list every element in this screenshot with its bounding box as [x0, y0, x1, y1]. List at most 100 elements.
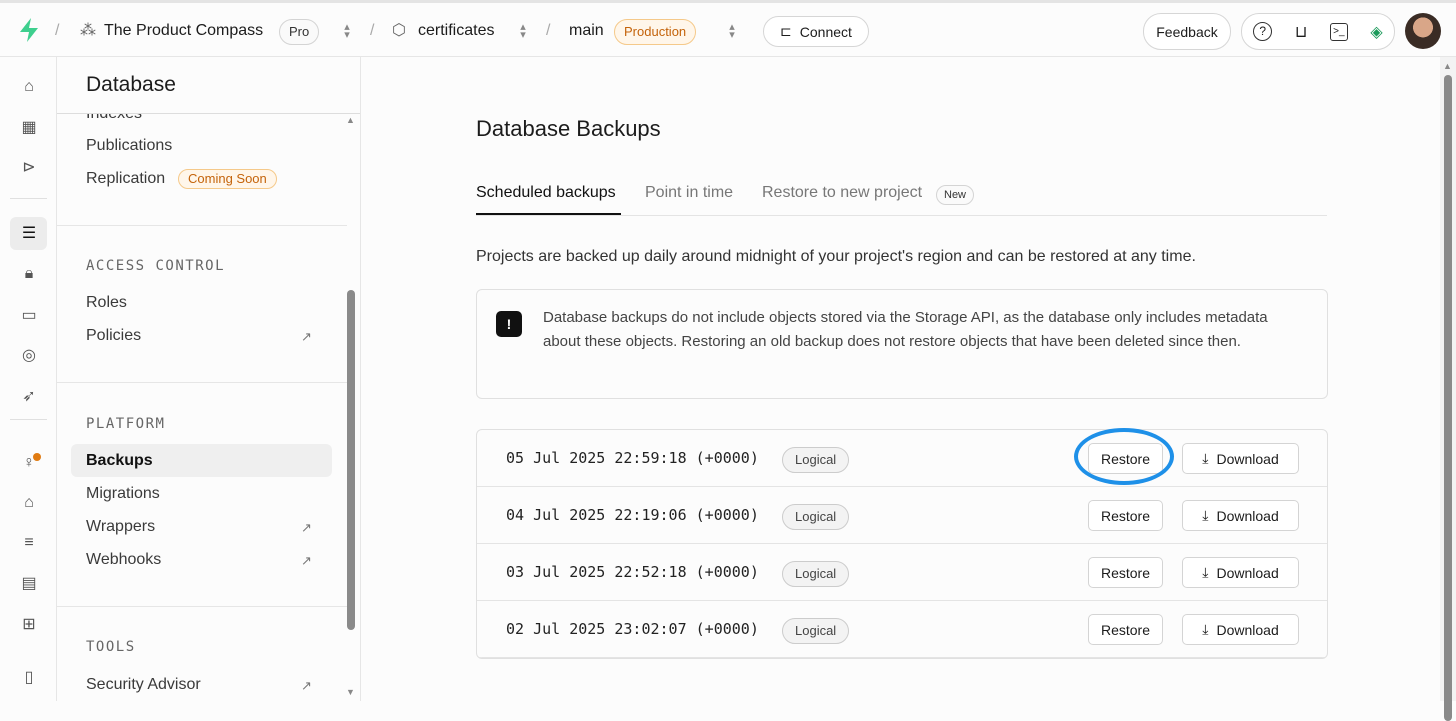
restore-button[interactable]: Restore: [1088, 500, 1163, 531]
sidebar-title: Database: [86, 73, 176, 97]
home-icon[interactable]: ⌂: [17, 75, 41, 99]
highlight-circle: [1074, 428, 1174, 485]
backup-type-badge: Logical: [782, 561, 849, 587]
collapse-sidebar-icon[interactable]: ▯: [17, 665, 41, 689]
download-label: Download: [1216, 451, 1278, 467]
restore-button[interactable]: Restore: [1088, 614, 1163, 645]
advisors-bulb-icon[interactable]: ♀: [17, 451, 41, 475]
icon-rail: ⌂ ▦ ⊳ ☰ 🔒︎ ▭ ◎ ➶ ♀ ⌂ ≡ ▤ ⊞ ▯: [0, 57, 57, 701]
alert-icon: !: [496, 311, 522, 337]
branch-switcher-chevron-icon[interactable]: ▴▾: [727, 23, 737, 39]
coming-soon-badge: Coming Soon: [178, 169, 277, 189]
edge-functions-icon[interactable]: ➶: [17, 384, 41, 408]
section-heading-platform: PLATFORM: [86, 416, 165, 432]
backup-type-badge: Logical: [782, 504, 849, 530]
backup-type-badge: Logical: [782, 447, 849, 473]
breadcrumb-separator: /: [546, 19, 550, 43]
new-badge: New: [936, 185, 974, 205]
sidebar-item-publications[interactable]: Publications: [86, 136, 172, 156]
backup-timestamp: 04 Jul 2025 22:19:06 (+0000): [506, 506, 759, 524]
user-avatar[interactable]: [1405, 13, 1441, 49]
sidebar-item-policies[interactable]: Policies: [86, 326, 141, 346]
sidebar-item-wrappers[interactable]: Wrappers: [86, 517, 155, 537]
table-editor-icon[interactable]: ▦: [17, 115, 41, 139]
database-icon[interactable]: ☰: [17, 221, 41, 245]
external-link-icon: ↗: [301, 329, 312, 345]
project-name[interactable]: certificates: [418, 19, 494, 43]
sidebar-item-replication[interactable]: Replication: [86, 169, 165, 189]
backup-row: 04 Jul 2025 22:19:06 (+0000) Logical Res…: [477, 487, 1328, 544]
page-title: Database Backups: [476, 116, 661, 142]
external-link-icon: ↗: [301, 678, 312, 694]
reports-icon[interactable]: ⌂: [17, 491, 41, 515]
org-name[interactable]: The Product Compass: [104, 19, 263, 43]
tab-restore-to-new-project[interactable]: Restore to new project: [762, 184, 922, 202]
backup-timestamp: 02 Jul 2025 23:02:07 (+0000): [506, 620, 759, 638]
sidebar-item-indexes[interactable]: Indexes: [86, 113, 142, 124]
external-link-icon: ↗: [301, 553, 312, 569]
download-button[interactable]: ⤓Download: [1182, 443, 1299, 474]
top-bar: / ⁂ The Product Compass Pro ▴▾ / ⬡ certi…: [0, 0, 1456, 57]
api-docs-icon[interactable]: ▤: [17, 571, 41, 595]
download-icon: ⤓: [1202, 507, 1208, 524]
sidebar-scrollbar[interactable]: [347, 290, 355, 630]
inbox-icon[interactable]: ⊔: [1295, 22, 1307, 42]
plug-icon: ⊏: [780, 23, 792, 40]
download-button[interactable]: ⤓ Download: [1182, 500, 1299, 531]
scroll-up-arrow[interactable]: ▲: [346, 115, 355, 125]
tab-point-in-time[interactable]: Point in time: [645, 184, 733, 202]
backup-timestamp: 05 Jul 2025 22:59:18 (+0000): [506, 449, 759, 467]
integrations-icon[interactable]: ⊞: [17, 612, 41, 636]
breadcrumb-separator: /: [370, 19, 374, 43]
feedback-button[interactable]: Feedback: [1143, 13, 1231, 50]
sidebar-item-webhooks[interactable]: Webhooks: [86, 550, 161, 570]
download-label: Download: [1216, 622, 1278, 638]
database-sidebar: Database Indexes Publications Replicatio…: [57, 57, 361, 701]
download-icon: ⤓: [1202, 564, 1208, 581]
realtime-icon[interactable]: ◎: [17, 343, 41, 367]
project-switcher-chevron-icon[interactable]: ▴▾: [518, 23, 528, 39]
sidebar-item-backups[interactable]: Backups: [86, 451, 153, 471]
org-icon: ⁂: [80, 19, 96, 43]
auth-lock-icon[interactable]: 🔒︎: [17, 262, 41, 286]
terminal-icon[interactable]: >_: [1330, 23, 1348, 41]
section-heading-access-control: ACCESS CONTROL: [86, 258, 225, 274]
storage-icon[interactable]: ▭: [17, 303, 41, 327]
restore-button[interactable]: Restore: [1088, 557, 1163, 588]
download-button[interactable]: ⤓ Download: [1182, 614, 1299, 645]
connect-label: Connect: [800, 24, 852, 40]
backup-type-badge: Logical: [782, 618, 849, 644]
storage-notice: ! Database backups do not include object…: [476, 289, 1328, 399]
scroll-down-arrow[interactable]: ▼: [346, 687, 355, 697]
sidebar-item-roles[interactable]: Roles: [86, 293, 127, 313]
sql-editor-icon[interactable]: ⊳: [17, 155, 41, 179]
notice-text: Database backups do not include objects …: [543, 306, 1303, 354]
section-heading-tools: TOOLS: [86, 639, 136, 655]
backup-description: Projects are backed up daily around midn…: [476, 248, 1196, 266]
supabase-logo-icon[interactable]: [18, 17, 40, 51]
logs-icon[interactable]: ≡: [17, 531, 41, 555]
backups-list: 05 Jul 2025 22:59:18 (+0000) Logical Res…: [476, 429, 1328, 659]
backup-row: 03 Jul 2025 22:52:18 (+0000) Logical Res…: [477, 544, 1328, 601]
download-icon: ⤓: [1202, 621, 1208, 638]
connect-button[interactable]: ⊏ Connect: [763, 16, 869, 47]
download-button[interactable]: ⤓ Download: [1182, 557, 1299, 588]
org-switcher-chevron-icon[interactable]: ▴▾: [342, 23, 352, 39]
sidebar-item-security-advisor[interactable]: Security Advisor: [86, 675, 201, 695]
branch-name[interactable]: main: [569, 19, 604, 43]
sidebar-item-migrations[interactable]: Migrations: [86, 484, 160, 504]
backup-timestamp: 03 Jul 2025 22:52:18 (+0000): [506, 563, 759, 581]
advisor-diamond-icon[interactable]: ◈: [1370, 22, 1382, 42]
help-icon[interactable]: ?: [1253, 22, 1272, 41]
project-cube-icon: ⬡: [392, 19, 406, 43]
environment-badge: Production: [614, 19, 696, 45]
page-scrollbar[interactable]: ▲: [1440, 57, 1456, 701]
plan-badge: Pro: [279, 19, 319, 45]
tab-scheduled-backups[interactable]: Scheduled backups: [476, 184, 616, 202]
breadcrumb-separator: /: [55, 19, 59, 43]
download-label: Download: [1216, 565, 1278, 581]
backup-row: 02 Jul 2025 23:02:07 (+0000) Logical Res…: [477, 601, 1328, 658]
download-label: Download: [1216, 508, 1278, 524]
external-link-icon: ↗: [301, 520, 312, 536]
backup-row: 05 Jul 2025 22:59:18 (+0000) Logical Res…: [477, 430, 1328, 487]
